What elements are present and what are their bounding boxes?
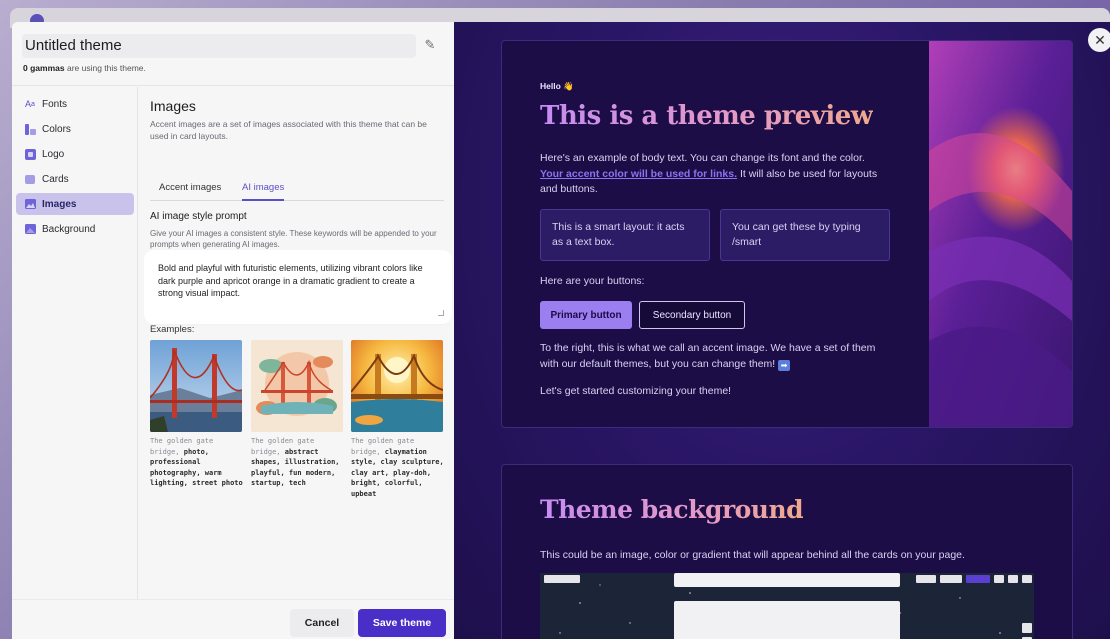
card-icon xyxy=(24,173,36,185)
background-screenshot xyxy=(540,573,1034,639)
mini-toolbar-btn xyxy=(916,575,936,583)
sidebar-item-background[interactable]: Background xyxy=(16,218,134,240)
mini-card-top xyxy=(674,573,900,587)
sidebar-item-label: Cards xyxy=(42,173,69,185)
mini-toolbar-btn xyxy=(994,575,1004,583)
logo-icon xyxy=(24,148,36,160)
mini-card-main xyxy=(674,601,900,639)
theme-preview: ✕ Hello 👋 This is a theme preview Here's… xyxy=(454,22,1110,639)
palette-icon xyxy=(24,123,36,135)
body-text: Here's an example of body text. You can … xyxy=(540,151,884,198)
pencil-icon[interactable]: ✎ xyxy=(422,37,438,53)
accent-note: To the right, this is what we call an ac… xyxy=(540,341,890,372)
example-caption-illustration: The golden gate bridge, abstract shapes,… xyxy=(251,436,347,489)
editor-header: Untitled theme ✎ 0 gammas are using this… xyxy=(12,22,454,86)
sidebar-item-colors[interactable]: Colors xyxy=(16,118,134,140)
images-settings: Images Accent images are a set of images… xyxy=(148,87,448,639)
tab-accent-images[interactable]: Accent images xyxy=(159,181,221,201)
prompt-value: Bold and playful with futuristic element… xyxy=(158,263,423,298)
background-card: Theme background This could be an image,… xyxy=(501,464,1073,639)
image-tabs: Accent images AI images xyxy=(150,177,444,201)
sidebar-item-logo[interactable]: Logo xyxy=(16,143,134,165)
smart-layout-box-1: This is a smart layout: it acts as a tex… xyxy=(540,209,710,261)
hello-text: Hello 👋 xyxy=(540,81,574,91)
body-text-1: Here's an example of body text. You can … xyxy=(540,152,865,164)
secondary-button[interactable]: Secondary button xyxy=(639,301,745,329)
example-image-claymation xyxy=(351,340,443,432)
accent-image xyxy=(929,41,1072,427)
mini-toolbar-btn xyxy=(1022,575,1032,583)
background-title: Theme background xyxy=(540,495,804,524)
example-image-illustration xyxy=(251,340,343,432)
usage-suffix: are using this theme. xyxy=(66,63,146,73)
accent-link[interactable]: Your accent color will be used for links… xyxy=(540,168,737,180)
editor-sidebar: Aa Fonts Colors Logo Cards Images Backgr… xyxy=(12,87,138,639)
save-theme-button[interactable]: Save theme xyxy=(358,609,446,637)
images-icon xyxy=(24,198,36,210)
section-description: Accent images are a set of images associ… xyxy=(150,119,427,141)
usage-count: 0 gammas xyxy=(23,63,65,73)
font-icon: Aa xyxy=(25,99,35,109)
mini-toolbar-btn xyxy=(1008,575,1018,583)
sidebar-item-label: Images xyxy=(42,198,77,210)
preview-title: This is a theme preview xyxy=(540,101,873,131)
background-icon xyxy=(24,223,36,235)
sidebar-item-fonts[interactable]: Aa Fonts xyxy=(16,93,134,115)
example-image-photo xyxy=(150,340,242,432)
get-started-text: Let's get started customizing your theme… xyxy=(540,385,732,397)
theme-title-input[interactable]: Untitled theme xyxy=(22,34,416,58)
sidebar-item-label: Logo xyxy=(42,148,65,160)
tab-ai-images[interactable]: AI images xyxy=(242,181,285,201)
mini-toolbar-btn xyxy=(940,575,962,583)
section-title: Images xyxy=(150,98,196,114)
smart-layout-box-2: You can get these by typing /smart xyxy=(720,209,890,261)
cancel-button[interactable]: Cancel xyxy=(290,609,354,637)
buttons-label: Here are your buttons: xyxy=(540,275,645,287)
background-description: This could be an image, color or gradien… xyxy=(540,549,965,561)
close-icon[interactable]: ✕ xyxy=(1088,28,1110,52)
mini-toolbar-btn xyxy=(966,575,990,583)
example-caption-photo: The golden gate bridge, photo, professio… xyxy=(150,436,246,489)
theme-editor-panel: Untitled theme ✎ 0 gammas are using this… xyxy=(12,22,454,639)
style-prompt-textarea[interactable]: Bold and playful with futuristic element… xyxy=(148,254,448,320)
resize-handle[interactable] xyxy=(438,310,444,316)
usage-line: 0 gammas are using this theme. xyxy=(23,63,146,73)
prompt-label: AI image style prompt xyxy=(150,211,247,222)
prompt-help-text: Give your AI images a consistent style. … xyxy=(150,229,437,249)
sidebar-item-images[interactable]: Images xyxy=(16,193,134,215)
accent-note-text: To the right, this is what we call an ac… xyxy=(540,342,876,370)
sidebar-item-label: Background xyxy=(42,223,96,235)
sidebar-item-label: Colors xyxy=(42,123,71,135)
sidebar-item-label: Fonts xyxy=(42,98,68,110)
mini-toolbar-left xyxy=(544,575,580,583)
arrow-right-icon: ➡ xyxy=(778,359,791,371)
theme-title: Untitled theme xyxy=(25,37,122,54)
mini-side-btn xyxy=(1022,623,1032,633)
preview-card: Hello 👋 This is a theme preview Here's a… xyxy=(501,40,1073,428)
editor-footer: Cancel Save theme xyxy=(12,599,454,639)
examples-label: Examples: xyxy=(150,324,195,335)
example-caption-claymation: The golden gate bridge, claymation style… xyxy=(351,436,447,499)
primary-button[interactable]: Primary button xyxy=(540,301,632,329)
sidebar-item-cards[interactable]: Cards xyxy=(16,168,134,190)
